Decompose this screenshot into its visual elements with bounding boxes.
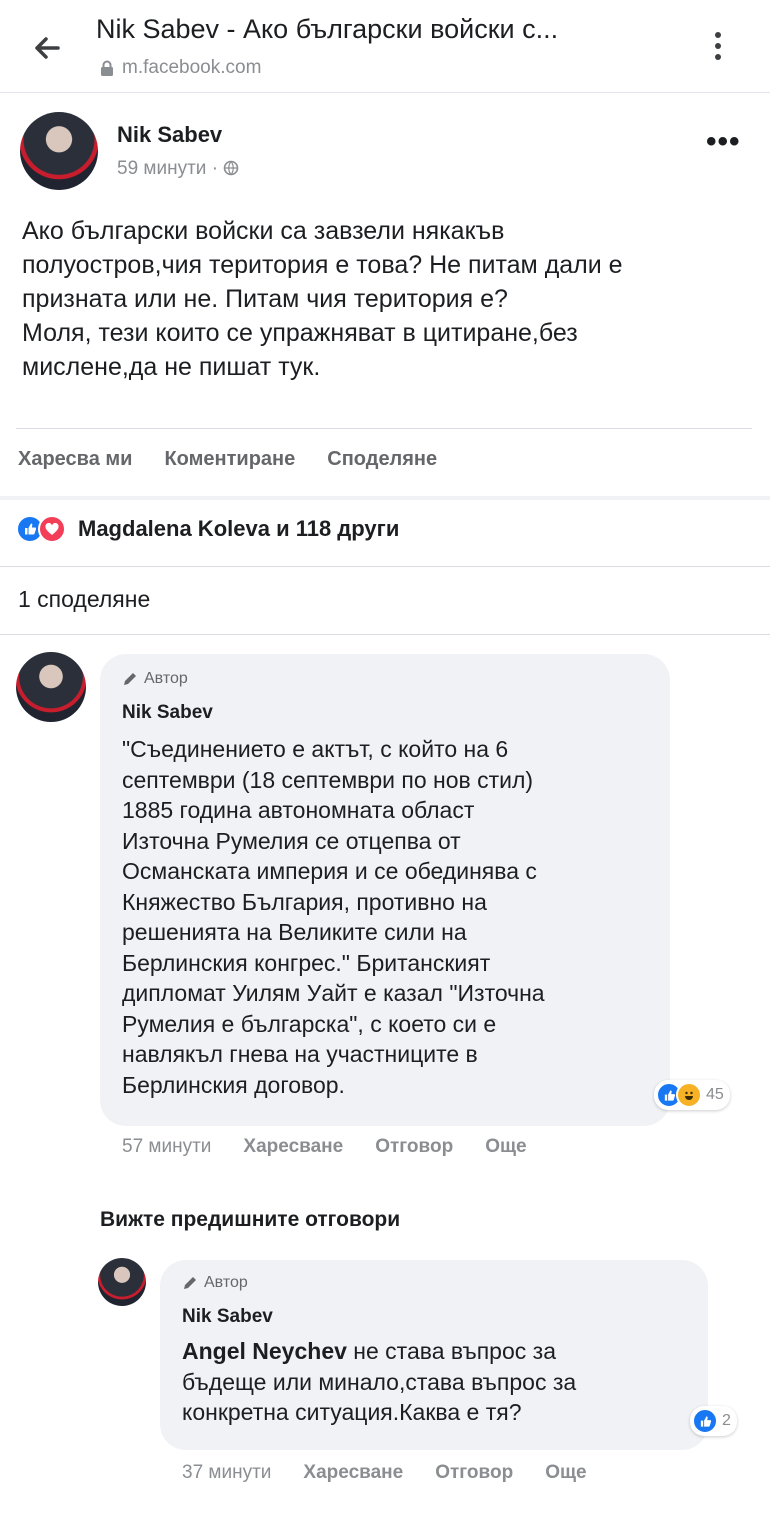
comment-more-button[interactable]: Още bbox=[485, 1136, 526, 1158]
url-bar[interactable]: m.facebook.com bbox=[100, 57, 261, 79]
avatar[interactable] bbox=[20, 112, 98, 190]
post-text-line: полуостров,чия територия е това? Не пита… bbox=[22, 251, 623, 279]
comment-time: 57 минути bbox=[122, 1136, 212, 1157]
post-more-icon[interactable]: ••• bbox=[706, 127, 741, 157]
reply-more-button[interactable]: Още bbox=[545, 1462, 586, 1484]
reply-text-line: бъдеще или минало,става въпрос за bbox=[182, 1368, 577, 1395]
post-time-text: 59 минути bbox=[117, 158, 207, 179]
divider bbox=[0, 496, 770, 500]
shares-count[interactable]: 1 споделяне bbox=[18, 586, 150, 613]
reply-bubble: Автор Nik Sabev Angel Neychev не става в… bbox=[160, 1260, 708, 1450]
divider bbox=[0, 634, 770, 635]
post-actions: Харесва ми Коментиране Споделяне bbox=[18, 448, 437, 471]
comment-text-line: "Съединението е актът, с който на 6 bbox=[122, 736, 509, 762]
reply-author-name[interactable]: Nik Sabev bbox=[182, 1306, 273, 1328]
post-text-line: мислене,да не пишат тук. bbox=[22, 353, 321, 381]
pencil-icon bbox=[184, 1277, 196, 1289]
view-previous-replies-link[interactable]: Вижте предишните отговори bbox=[100, 1208, 400, 1232]
post-text: Ако български войски са завзели някакъв … bbox=[22, 214, 742, 384]
reply-actions: 37 минути Харесване Отговор Още bbox=[182, 1462, 587, 1484]
comment-text-line: Румелия е българска", с което си е bbox=[122, 1010, 497, 1037]
comment-text-line: 1885 година автономната област bbox=[122, 797, 475, 823]
reply-reactions-badge[interactable]: 2 bbox=[690, 1406, 737, 1436]
post-text-line: Ако български войски са завзели някакъв bbox=[22, 217, 505, 245]
globe-icon bbox=[223, 160, 239, 176]
comment-bubble: Автор Nik Sabev "Съединението е актът, с… bbox=[100, 654, 670, 1126]
reaction-count: 45 bbox=[706, 1086, 724, 1103]
comment-text-line: Османската империя и се обединява с bbox=[122, 858, 537, 884]
comment-text-line: дипломат Уилям Уайт е казал "Източна bbox=[122, 980, 545, 1006]
comment-text-line: Берлинския конгрес." Британският bbox=[122, 949, 491, 976]
divider bbox=[16, 428, 752, 429]
comment-avatar[interactable] bbox=[16, 652, 86, 722]
post-author-name[interactable]: Nik Sabev bbox=[117, 122, 222, 148]
reply-time: 37 минути bbox=[182, 1462, 272, 1483]
lock-icon bbox=[101, 60, 113, 76]
back-arrow-icon[interactable] bbox=[28, 28, 68, 68]
comment-text: "Съединението е актът, с който на 6 септ… bbox=[122, 734, 545, 1100]
pencil-icon bbox=[124, 673, 136, 685]
comment-text-line: Източна Румелия се отцепва от bbox=[122, 827, 461, 854]
comment-actions: 57 минути Харесване Отговор Още bbox=[122, 1136, 527, 1158]
comment-text-line: септември (18 септември по нов стил) bbox=[122, 766, 534, 793]
comment-text-line: Княжество България, противно на bbox=[122, 888, 487, 915]
share-button[interactable]: Споделяне bbox=[327, 448, 437, 471]
author-tag: Автор bbox=[182, 1274, 248, 1292]
comment-button[interactable]: Коментиране bbox=[164, 448, 295, 471]
author-tag-label: Автор bbox=[204, 1274, 248, 1291]
reactions-summary[interactable]: Magdalena Koleva и 118 други bbox=[16, 515, 399, 543]
reaction-count: 2 bbox=[722, 1412, 731, 1429]
reply-text: Angel Neychev не става въпрос за бъдеще … bbox=[182, 1336, 576, 1428]
reply-avatar[interactable] bbox=[98, 1258, 146, 1306]
kebab-menu-icon[interactable] bbox=[708, 26, 728, 66]
post-time: 59 минути · bbox=[117, 158, 239, 180]
author-tag: Автор bbox=[122, 670, 188, 688]
reply-like-button[interactable]: Харесване bbox=[303, 1462, 403, 1484]
like-button[interactable]: Харесва ми bbox=[18, 448, 132, 471]
like-reaction-icon bbox=[692, 1408, 718, 1434]
author-tag-label: Автор bbox=[144, 670, 188, 687]
url-text: m.facebook.com bbox=[122, 57, 262, 78]
comment-text-line: решенията на Великите сили на bbox=[122, 919, 467, 945]
reply-reply-button[interactable]: Отговор bbox=[435, 1462, 513, 1484]
divider bbox=[0, 566, 770, 567]
comment-text-line: Берлинския договор. bbox=[122, 1071, 345, 1098]
reactions-text: Magdalena Koleva и 118 други bbox=[78, 516, 400, 541]
separator-dot: · bbox=[211, 158, 224, 179]
page-title: Nik Sabev - Ако български войски с... bbox=[96, 14, 559, 44]
mention-link[interactable]: Angel Neychev bbox=[182, 1338, 347, 1364]
comment-reply-button[interactable]: Отговор bbox=[375, 1136, 453, 1158]
haha-reaction-icon bbox=[676, 1082, 702, 1108]
love-reaction-icon bbox=[38, 515, 66, 543]
browser-bar: Nik Sabev - Ако български войски с... m.… bbox=[0, 0, 770, 93]
comment-author-name[interactable]: Nik Sabev bbox=[122, 702, 213, 724]
post-text-line: призната или не. Питам чия територия е? bbox=[22, 285, 508, 313]
reply-text-line: конкретна ситуация.Каква е тя? bbox=[182, 1399, 522, 1425]
post-text-line: Моля, тези които се упражняват в цитиран… bbox=[22, 319, 578, 347]
comment-like-button[interactable]: Харесване bbox=[243, 1136, 343, 1158]
comment-reactions-badge[interactable]: 45 bbox=[654, 1080, 730, 1110]
reply-text-first: не става въпрос за bbox=[346, 1338, 556, 1364]
comment-text-line: навлякъл гнева на участниците в bbox=[122, 1041, 478, 1067]
reply-text-line: Angel Neychev не става въпрос за bbox=[182, 1336, 576, 1367]
